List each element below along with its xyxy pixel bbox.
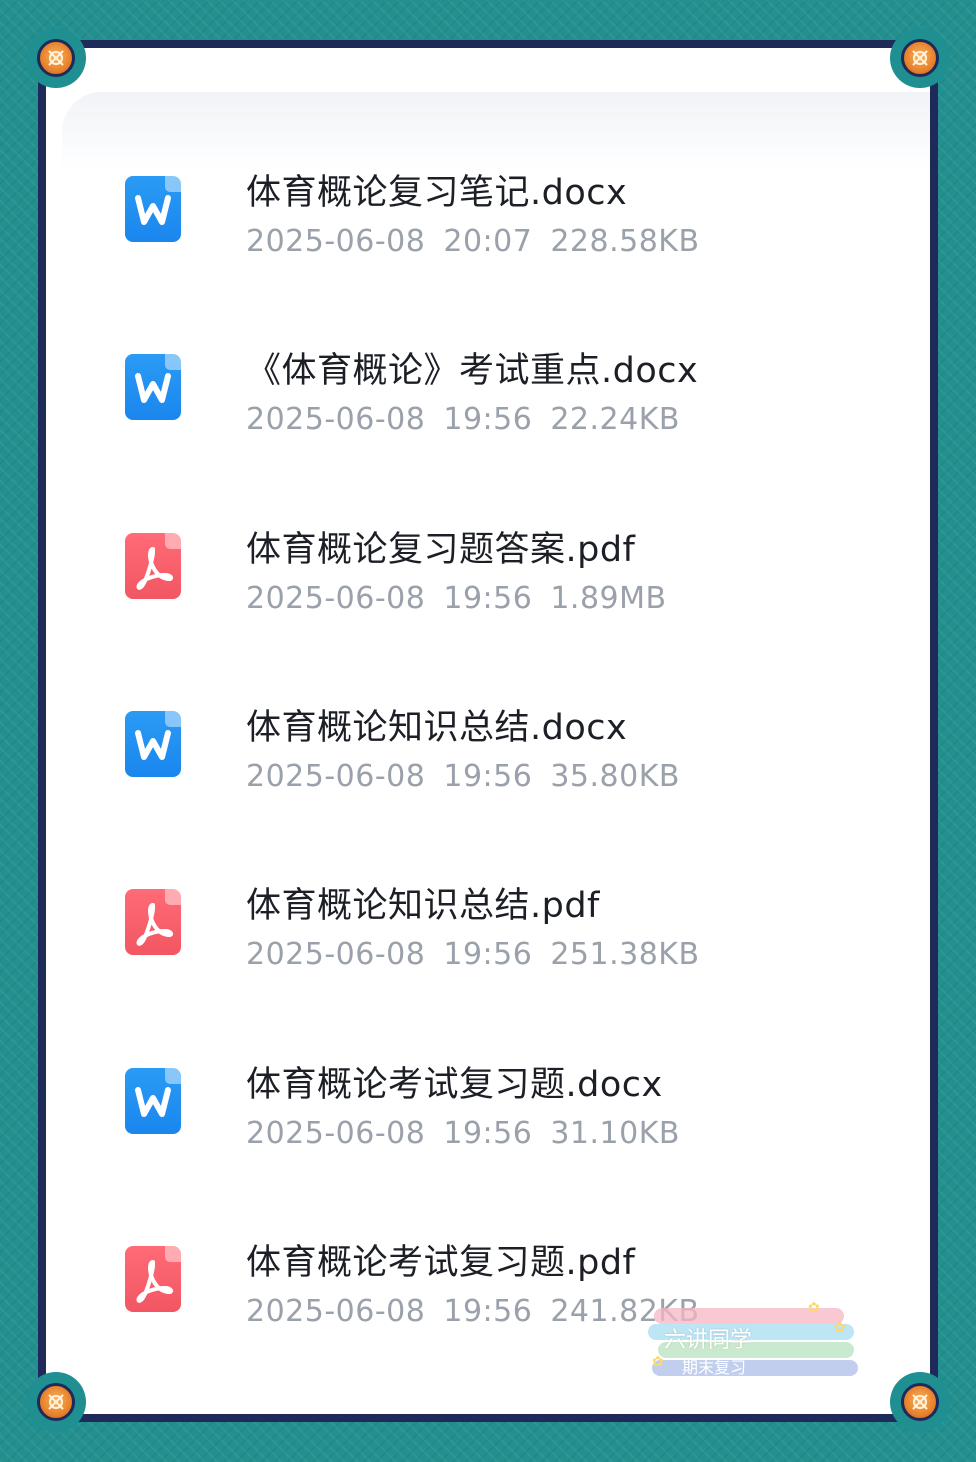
file-item[interactable]: 《体育概论》考试重点.docx 2025-06-08 19:56 22.24KB <box>46 318 930 468</box>
file-date: 2025-06-08 <box>246 759 426 794</box>
file-item[interactable]: 体育概论考试复习题.docx 2025-06-08 19:56 31.10KB <box>46 1032 930 1182</box>
word-file-icon <box>125 176 181 242</box>
file-time: 19:56 <box>443 1116 533 1151</box>
file-size: 228.58KB <box>550 224 700 259</box>
file-item[interactable]: 体育概论复习笔记.docx 2025-06-08 20:07 228.58KB <box>46 140 930 290</box>
word-file-icon <box>125 354 181 420</box>
watermark-title: 六讲同学 <box>664 1328 753 1353</box>
corner-knob-icon <box>901 1383 939 1421</box>
file-time: 19:56 <box>443 581 533 616</box>
file-size: 35.80KB <box>550 759 680 794</box>
corner-knob-icon <box>901 39 939 77</box>
word-file-icon <box>125 711 181 777</box>
corner-knob-icon <box>37 39 75 77</box>
file-meta: 2025-06-08 19:56 22.24KB <box>246 402 698 437</box>
file-size: 251.38KB <box>550 937 700 972</box>
file-date: 2025-06-08 <box>246 581 426 616</box>
file-time: 20:07 <box>443 224 533 259</box>
file-date: 2025-06-08 <box>246 224 426 259</box>
watermark-subtitle: 期末复习 <box>682 1358 747 1377</box>
file-name: 体育概论考试复习题.pdf <box>246 1243 636 1283</box>
corner-knob-icon <box>37 1383 75 1421</box>
file-time: 19:56 <box>443 937 533 972</box>
file-meta: 2025-06-08 19:56 241.82KB <box>246 1294 718 1329</box>
file-size: 1.89MB <box>550 581 667 616</box>
file-name: 体育概论复习题答案.pdf <box>246 530 636 570</box>
file-name: 体育概论复习笔记.docx <box>246 173 628 213</box>
file-time: 19:56 <box>443 759 533 794</box>
corner-ornament-bottom-right <box>890 1372 950 1432</box>
file-item[interactable]: 体育概论知识总结.docx 2025-06-08 19:56 35.80KB <box>46 675 930 825</box>
file-meta: 2025-06-08 20:07 228.58KB <box>246 224 718 259</box>
file-time: 19:56 <box>443 402 533 437</box>
file-date: 2025-06-08 <box>246 1116 426 1151</box>
file-meta: 2025-06-08 19:56 1.89MB <box>246 581 685 616</box>
file-name: 体育概论考试复习题.docx <box>246 1065 663 1105</box>
corner-ornament-top-right <box>890 28 950 88</box>
file-time: 19:56 <box>443 1294 533 1329</box>
file-name: 体育概论知识总结.pdf <box>246 886 600 926</box>
pdf-file-icon <box>125 889 181 955</box>
file-size: 22.24KB <box>550 402 680 437</box>
corner-ornament-bottom-left <box>26 1372 86 1432</box>
file-item[interactable]: 体育概论知识总结.pdf 2025-06-08 19:56 251.38KB <box>46 853 930 1003</box>
file-item[interactable]: 体育概论复习题答案.pdf 2025-06-08 19:56 1.89MB <box>46 497 930 647</box>
pdf-file-icon <box>125 533 181 599</box>
file-meta: 2025-06-08 19:56 35.80KB <box>246 759 698 794</box>
word-file-icon <box>125 1068 181 1134</box>
file-size: 31.10KB <box>550 1116 680 1151</box>
file-date: 2025-06-08 <box>246 937 426 972</box>
file-name: 《体育概论》考试重点.docx <box>246 351 699 391</box>
corner-ornament-top-left <box>26 28 86 88</box>
file-meta: 2025-06-08 19:56 251.38KB <box>246 937 718 972</box>
file-meta: 2025-06-08 19:56 31.10KB <box>246 1116 698 1151</box>
file-date: 2025-06-08 <box>246 402 426 437</box>
file-name: 体育概论知识总结.docx <box>246 708 628 748</box>
file-date: 2025-06-08 <box>246 1294 426 1329</box>
watermark: ✿ ✿ ✿ 六讲同学 期末复习 <box>648 1300 860 1386</box>
pdf-file-icon <box>125 1246 181 1312</box>
